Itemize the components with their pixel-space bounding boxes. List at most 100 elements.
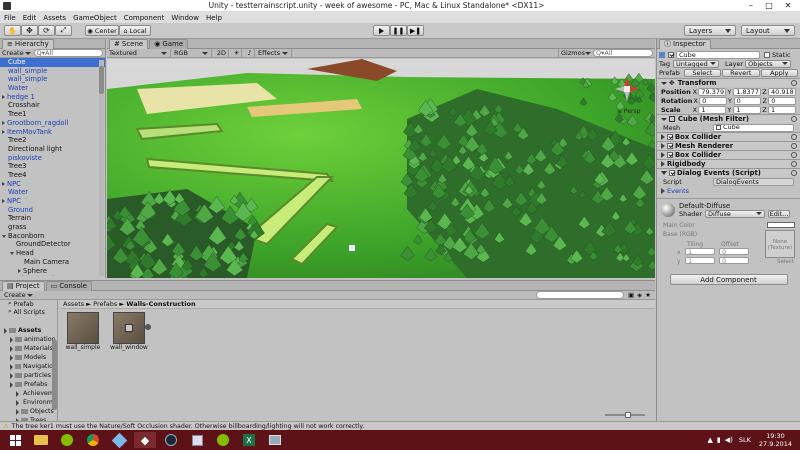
chevron-right-icon[interactable] — [2, 181, 5, 186]
chevron-right-icon[interactable] — [10, 363, 13, 370]
script-object-field[interactable]: DialogEvents — [713, 177, 794, 186]
hierarchy-item[interactable]: Sphere — [0, 267, 105, 276]
hierarchy-create-button[interactable]: Create — [2, 49, 31, 57]
project-folder-item[interactable]: Environment — [0, 398, 57, 407]
component-enabled-checkbox[interactable] — [667, 143, 673, 149]
hierarchy-item[interactable]: hedge 1 — [0, 93, 105, 102]
hierarchy-item[interactable]: ItemMovTank — [0, 128, 105, 137]
hierarchy-item[interactable]: Head — [0, 249, 105, 258]
events-foldout[interactable]: Events — [667, 187, 689, 195]
component-enabled-checkbox[interactable] — [667, 134, 673, 140]
project-folder-item[interactable]: particles — [0, 371, 57, 380]
project-folder-item[interactable]: Navigation — [0, 362, 57, 371]
hierarchy-item[interactable]: Cube — [0, 58, 105, 67]
hierarchy-item[interactable]: wall_simple — [0, 67, 105, 76]
mesh-filter-header[interactable]: Cube (Mesh Filter) — [657, 114, 800, 123]
scene-search-input[interactable]: Q▾All — [593, 49, 653, 57]
menu-file[interactable]: File — [4, 14, 16, 22]
chevron-right-icon[interactable] — [2, 129, 5, 134]
chevron-down-icon[interactable] — [2, 234, 6, 238]
rotation-x-input[interactable]: 0 — [699, 96, 727, 105]
component-header[interactable]: Rigidbody — [657, 159, 800, 168]
pivot-center-toggle[interactable]: ◉ Center — [85, 25, 119, 36]
tab-inspector[interactable]: ⓘ Inspector — [659, 38, 711, 49]
hierarchy-scroll-thumb[interactable] — [99, 66, 104, 94]
hierarchy-scrollbar[interactable] — [99, 60, 104, 276]
chevron-right-icon[interactable] — [10, 381, 13, 388]
prefab-select-button[interactable]: Select — [683, 69, 722, 77]
project-folder-item[interactable]: Assets — [0, 326, 57, 335]
minimize-button[interactable]: – — [742, 1, 760, 11]
chevron-right-icon[interactable] — [2, 199, 5, 203]
asset-size-slider[interactable] — [605, 412, 645, 418]
language-indicator[interactable]: SLK — [739, 436, 751, 444]
hierarchy-item[interactable]: Grootborn_ragdoll — [0, 119, 105, 128]
hierarchy-item[interactable]: Main Camera — [0, 258, 105, 267]
taskbar-steam[interactable] — [160, 432, 182, 448]
main-color-swatch[interactable] — [767, 222, 795, 228]
taskbar-spotify-2[interactable] — [212, 432, 234, 448]
hierarchy-item[interactable]: Crosshair — [0, 101, 105, 110]
chevron-right-icon[interactable] — [10, 336, 13, 343]
texture-slot[interactable]: None (Texture) — [765, 230, 795, 258]
rotation-y-input[interactable]: 0 — [733, 96, 762, 105]
taskbar-explorer[interactable] — [30, 432, 52, 448]
asset-size-slider-thumb[interactable] — [625, 412, 631, 418]
scene-audio-toggle[interactable]: ♪ — [245, 49, 255, 57]
tiling-y-input[interactable]: 1 — [685, 257, 715, 264]
component-header[interactable]: Dialog Events (Script) — [657, 168, 800, 177]
gear-icon[interactable] — [791, 143, 797, 149]
render-mode-dropdown[interactable]: RGB — [174, 49, 212, 57]
close-button[interactable]: ✕ — [778, 1, 798, 11]
gear-icon[interactable] — [791, 116, 797, 122]
project-folder-item[interactable]: Achievement — [0, 389, 57, 398]
favorite-icon[interactable]: ★ — [645, 291, 651, 299]
hierarchy-search-input[interactable]: Q▾All — [33, 49, 103, 57]
texture-select-button[interactable]: Select — [777, 259, 794, 265]
filter-type-icon[interactable]: ▣ — [628, 291, 634, 299]
tiling-x-input[interactable]: 1 — [685, 248, 715, 255]
prefab-apply-button[interactable]: Apply — [760, 69, 798, 77]
expand-prefab-icon[interactable] — [145, 324, 151, 330]
rotate-tool-button[interactable]: ⟳ — [38, 25, 55, 36]
favorite-item[interactable]: ⌕ All Scripts — [0, 308, 57, 316]
hierarchy-item[interactable]: Tree2 — [0, 136, 105, 145]
component-header[interactable]: Mesh Renderer — [657, 141, 800, 150]
effects-dropdown[interactable]: Effects — [258, 49, 292, 57]
layers-dropdown[interactable]: Layers — [684, 25, 736, 36]
project-folder-item[interactable]: Objects — [0, 407, 57, 416]
hierarchy-item[interactable]: Water — [0, 188, 105, 197]
mesh-object-field[interactable]: Cube — [713, 123, 794, 132]
menu-help[interactable]: Help — [206, 14, 222, 22]
hierarchy-item[interactable]: wall_simple — [0, 75, 105, 84]
chevron-down-icon[interactable] — [10, 252, 14, 256]
hierarchy-item[interactable]: Water — [0, 84, 105, 93]
scale-y-input[interactable]: 1 — [733, 105, 762, 114]
gear-icon[interactable] — [791, 152, 797, 158]
tab-game[interactable]: ◉ Game — [149, 38, 189, 49]
breadcrumb-prefabs[interactable]: Prefabs — [93, 300, 117, 308]
offset-y-input[interactable]: 0 — [719, 257, 749, 264]
add-component-button[interactable]: Add Component — [669, 274, 788, 285]
chevron-right-icon[interactable] — [10, 372, 13, 379]
position-z-input[interactable]: 40.918 — [768, 87, 797, 96]
hierarchy-item[interactable]: grass — [0, 223, 105, 232]
hierarchy-item[interactable]: NPC — [0, 197, 105, 206]
play-button[interactable] — [373, 25, 390, 36]
scene-lighting-toggle[interactable]: ☀ — [232, 49, 242, 57]
asset-item[interactable]: wall_window — [110, 312, 151, 351]
menu-assets[interactable]: Assets — [43, 14, 66, 22]
project-folder-item[interactable]: Prefabs — [0, 380, 57, 389]
gear-icon[interactable] — [791, 134, 797, 140]
tab-project[interactable]: ▤ Project — [2, 280, 45, 291]
network-icon[interactable]: ▮ — [717, 436, 721, 444]
taskbar-app-blue[interactable] — [108, 432, 130, 448]
menu-window[interactable]: Window — [171, 14, 199, 22]
position-y-input[interactable]: 1.8377 — [733, 87, 762, 96]
prefab-revert-button[interactable]: Revert — [722, 69, 760, 77]
component-enabled-checkbox[interactable] — [669, 170, 675, 176]
scene-viewport[interactable]: ≡ Persp — [107, 59, 655, 278]
taskbar-unity[interactable]: ◆ — [134, 432, 156, 448]
hierarchy-item[interactable]: Directional light — [0, 145, 105, 154]
move-tool-button[interactable]: ✥ — [21, 25, 38, 36]
